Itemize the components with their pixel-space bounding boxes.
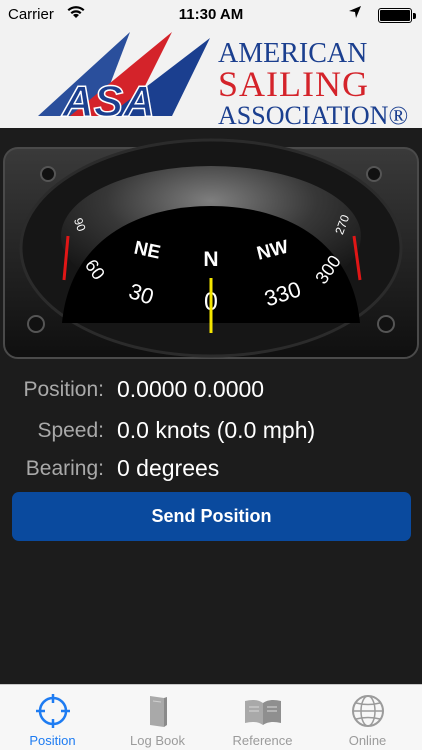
sail-logo-icon: ASA (38, 32, 210, 127)
logo-initials: ASA (61, 77, 155, 126)
tab-online[interactable]: Online (315, 685, 420, 750)
compass-panel: NE N NW 60 30 0 330 300 90 270 (0, 128, 422, 368)
position-row: Position: 0.0000 0.0000 (0, 376, 422, 408)
tab-label-online: Online (348, 733, 387, 748)
logo-wordmark: AMERICAN SAILING ASSOCIATION® (218, 38, 418, 130)
asa-logo: ASA AMERICAN SAILING ASSOCIATION® (30, 30, 408, 128)
tab-bar: Position Log Book Reference Online (0, 684, 422, 750)
logo-line-association: ASSOCIATION® (218, 100, 409, 130)
speed-row: Speed: 0.0 knots (0.0 mph) (0, 417, 422, 449)
speed-label: Speed: (37, 419, 104, 442)
compass-tick (0, 215, 2, 220)
tab-log-book[interactable]: Log Book (105, 685, 210, 750)
logo-line-american: AMERICAN (218, 38, 368, 69)
compass-label-n: N (203, 248, 218, 271)
bearing-value: 0 degrees (117, 455, 220, 481)
tab-label-position: Position (29, 733, 76, 748)
book-icon (105, 693, 210, 729)
speed-value: 0.0 knots (0.0 mph) (117, 417, 316, 443)
app-header: ASA AMERICAN SAILING ASSOCIATION® (0, 30, 422, 128)
send-position-button[interactable]: Send Position (12, 492, 411, 541)
position-label: Position: (23, 378, 104, 401)
tab-reference[interactable]: Reference (210, 685, 315, 750)
logo-line-sailing: SAILING (218, 64, 369, 105)
tab-label-log-book: Log Book (130, 733, 185, 748)
compass-icon: NE N NW 60 30 0 330 300 90 270 (0, 138, 419, 359)
tab-label-reference: Reference (232, 733, 293, 748)
position-value: 0.0000 0.0000 (117, 376, 265, 402)
status-bar: Carrier 11:30 AM (0, 0, 422, 30)
location-arrow-icon (348, 5, 362, 23)
crosshair-icon (0, 693, 105, 729)
open-book-icon (210, 693, 315, 729)
tab-position[interactable]: Position (0, 685, 105, 750)
globe-icon (315, 693, 420, 729)
bearing-label: Bearing: (25, 457, 104, 480)
battery-icon (378, 8, 416, 23)
bearing-row: Bearing: 0 degrees (0, 455, 422, 487)
